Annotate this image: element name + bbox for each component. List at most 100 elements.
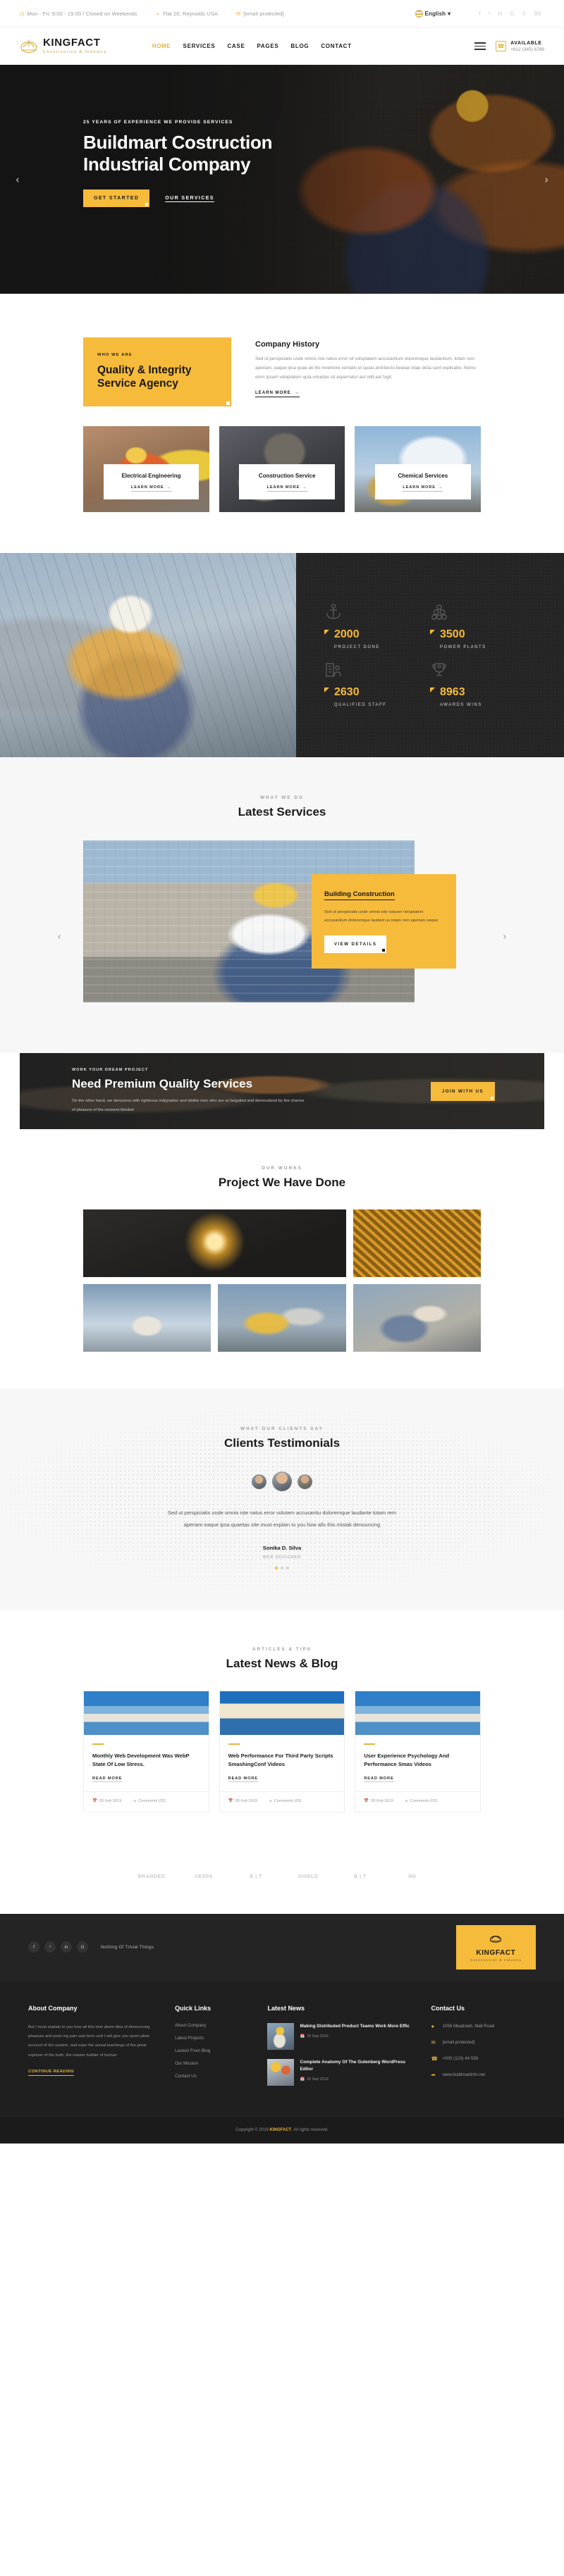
continue-reading-link[interactable]: CONTINUE READING bbox=[28, 2070, 75, 2077]
get-started-button[interactable]: GET STARTED bbox=[83, 189, 150, 208]
topbar-email[interactable]: ✉ [email protected] bbox=[236, 11, 284, 17]
accent-bar bbox=[364, 1743, 376, 1746]
avatar[interactable] bbox=[252, 1474, 266, 1489]
nav-item-pages[interactable]: PAGES bbox=[257, 43, 278, 49]
footer-link-our-mission[interactable]: Our Mission bbox=[175, 2061, 249, 2066]
service-card-title: Electrical Engineering bbox=[121, 473, 181, 479]
anchor-icon bbox=[324, 603, 430, 625]
testimonial-role: WEB DESIGNER bbox=[262, 1555, 302, 1560]
latest-services-section: WHAT WE DO Latest Services Building Cons… bbox=[0, 757, 564, 1053]
join-with-us-button[interactable]: JOIN WITH US bbox=[430, 1081, 495, 1101]
blog-read-more[interactable]: READ MORE bbox=[228, 1777, 258, 1783]
service-card[interactable]: Construction Service LEARN MORE → bbox=[219, 426, 345, 512]
footer-news-thumbnail bbox=[267, 2058, 295, 2086]
language-selector[interactable]: English ▾ bbox=[415, 9, 451, 18]
client-logos-row: BRANDED VESPA B | T SHIELD B | T NG bbox=[0, 1846, 564, 1914]
footer-contact-phone[interactable]: ☎ +000 (123) 44 558 bbox=[431, 2055, 536, 2062]
footer-link-latest-projects[interactable]: Latest Projects bbox=[175, 2036, 249, 2041]
nav-item-case[interactable]: CASE bbox=[227, 43, 245, 49]
topbar-address-text: Flat 20, Reynolds USA bbox=[163, 10, 219, 17]
hamburger-menu-icon[interactable] bbox=[474, 42, 486, 50]
our-services-link[interactable]: OUR SERVICES bbox=[165, 196, 214, 201]
arrow-right-icon: → bbox=[166, 485, 172, 490]
blog-comments-text: Comments (03) bbox=[138, 1798, 166, 1803]
footer-news-thumbnail bbox=[267, 2022, 295, 2050]
blog-section: ARTICLES & TIPS Latest News & Blog Month… bbox=[0, 1610, 564, 1846]
facebook-icon[interactable]: f bbox=[479, 11, 480, 17]
avatar[interactable] bbox=[298, 1474, 312, 1489]
twitter-icon[interactable]: ᵛ bbox=[44, 1941, 56, 1953]
footer-news-title: Making Distributed Product Teams Work Mo… bbox=[300, 2023, 410, 2029]
footer-contact-heading: Contact Us bbox=[431, 2004, 465, 2012]
nav-item-blog[interactable]: BLOG bbox=[290, 43, 309, 49]
nav-item-contact[interactable]: CONTACT bbox=[321, 43, 351, 49]
google-plus-icon[interactable]: G bbox=[510, 11, 515, 17]
facebook-icon[interactable]: f bbox=[28, 1941, 39, 1953]
testimonials-title: Clients Testimonials bbox=[223, 1436, 341, 1450]
service-card[interactable]: Electrical Engineering LEARN MORE → bbox=[83, 426, 209, 512]
twitter-icon[interactable]: ᵛ bbox=[489, 11, 491, 17]
latest-services-card: Building Construction Sed ut perspiciati… bbox=[312, 874, 456, 969]
helmet-logo-icon bbox=[20, 37, 38, 56]
stat-label: POWER PLANTS bbox=[440, 645, 486, 649]
nav-item-services[interactable]: SERVICES bbox=[183, 43, 216, 49]
portfolio-item[interactable] bbox=[83, 1284, 212, 1352]
footer-link-about-company[interactable]: About Company bbox=[175, 2023, 249, 2028]
testimonial-avatars bbox=[83, 1471, 481, 1491]
footer-news-date: 📅 25 Sep 2019 bbox=[300, 2034, 409, 2039]
service-card-learn-more[interactable]: LEARN MORE → bbox=[130, 485, 172, 492]
portfolio-item[interactable] bbox=[218, 1284, 346, 1352]
portfolio-item[interactable] bbox=[352, 1209, 481, 1277]
hero-next-arrow[interactable]: › bbox=[539, 173, 554, 185]
blog-grid: Monthly Web Development Was WebP State O… bbox=[0, 1671, 564, 1846]
arrow-right-icon: → bbox=[302, 485, 307, 490]
brand-logo[interactable]: KINGFACT Construction & Industry bbox=[20, 37, 107, 56]
footer-news-item[interactable]: Complete Anatomy Of The Gutenberg WordPr… bbox=[267, 2058, 412, 2086]
footer-link-contact-us[interactable]: Contact Us bbox=[175, 2074, 249, 2079]
blog-card-meta: 📅 05 Feb 2019 ▹ Comments (03) bbox=[84, 1791, 209, 1812]
company-history-learn-more[interactable]: LEARN MORE → bbox=[255, 390, 300, 398]
blog-head: ARTICLES & TIPS Latest News & Blog bbox=[0, 1647, 564, 1671]
footer-contact-email[interactable]: ✉ [email protected] bbox=[431, 2039, 536, 2046]
footer-news-date-text: 25 Sep 2019 bbox=[307, 2077, 329, 2082]
footer-top-bar: f ᵛ in G Nothing Of Trivial Things KINGF… bbox=[0, 1913, 564, 1981]
carousel-dot[interactable] bbox=[281, 1567, 283, 1570]
instagram-icon[interactable]: © bbox=[522, 11, 527, 17]
view-details-button[interactable]: VIEW DETAILS bbox=[324, 935, 387, 954]
blog-card[interactable]: Monthly Web Development Was WebP State O… bbox=[83, 1691, 209, 1812]
service-card-learn-more[interactable]: LEARN MORE → bbox=[266, 485, 307, 492]
map-pin-icon: ● bbox=[431, 2022, 435, 2029]
blog-card[interactable]: User Experience Psychology And Performan… bbox=[355, 1691, 481, 1812]
blog-read-more[interactable]: READ MORE bbox=[92, 1777, 123, 1783]
portfolio-item[interactable] bbox=[83, 1209, 346, 1277]
hero-prev-arrow[interactable]: ‹ bbox=[10, 173, 25, 185]
linkedin-icon[interactable]: in bbox=[61, 1941, 72, 1953]
blog-read-more[interactable]: READ MORE bbox=[364, 1777, 394, 1783]
service-card[interactable]: Chemical Services LEARN MORE → bbox=[355, 426, 482, 512]
behance-icon[interactable]: Bē bbox=[534, 11, 541, 17]
testimonials-section: WHAT OUR CLIENTS SAY Clients Testimonial… bbox=[0, 1388, 564, 1611]
footer-logo[interactable]: KINGFACT Construction & Industry bbox=[455, 1924, 536, 1970]
mail-icon: ✉ bbox=[236, 10, 241, 17]
footer-link-lastest-from-blog[interactable]: Lastest From Blog bbox=[175, 2048, 249, 2053]
portfolio-item[interactable] bbox=[352, 1284, 481, 1352]
cta-content: WORK YOUR DREAM PROJECT Need Premium Qua… bbox=[20, 1068, 431, 1114]
avatar-active[interactable] bbox=[272, 1471, 292, 1491]
blog-date: 📅 05 Feb 2019 bbox=[364, 1799, 393, 1803]
footer-brand-name: KINGFACT bbox=[476, 1948, 516, 1957]
latest-services-card-text: Sed ut perspiciatis unde omnis iste natu… bbox=[324, 910, 439, 923]
carousel-dot[interactable] bbox=[286, 1567, 289, 1570]
footer-quick-links-heading: Quick Links bbox=[175, 2004, 212, 2012]
nav-item-home[interactable]: HOME bbox=[152, 43, 171, 49]
service-card-learn-more[interactable]: LEARN MORE → bbox=[403, 485, 443, 492]
services-prev-arrow[interactable]: ‹ bbox=[58, 931, 61, 942]
linkedin-icon[interactable]: in bbox=[498, 11, 502, 17]
testimonial-quote: Sed ut perspiciatis unde omnis iste natu… bbox=[167, 1510, 397, 1529]
services-next-arrow[interactable]: › bbox=[503, 931, 506, 942]
google-plus-icon[interactable]: G bbox=[77, 1941, 88, 1953]
footer-contact-website[interactable]: ➦ www.buildmartinfo.net bbox=[431, 2072, 536, 2078]
footer-news-item[interactable]: Making Distributed Product Teams Work Mo… bbox=[267, 2022, 412, 2050]
availability-block[interactable]: ☎ AVAILABLE +812 (345) 6789 bbox=[496, 41, 544, 52]
blog-card[interactable]: Web Performance For Third Party Scripts … bbox=[219, 1691, 345, 1812]
carousel-dot-active[interactable] bbox=[275, 1567, 278, 1570]
